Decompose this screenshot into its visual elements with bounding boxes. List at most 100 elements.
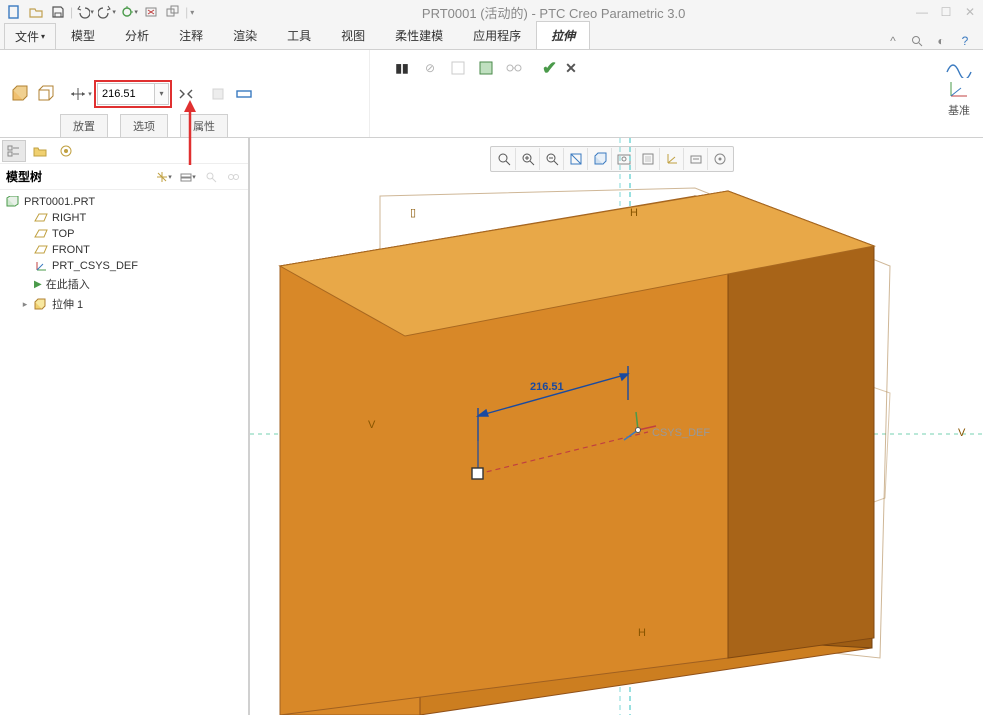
tree-item-csys[interactable]: PRT_CSYS_DEF	[6, 258, 242, 274]
3d-viewport[interactable]: 216.51 CSYS_DEF H H V V	[250, 138, 983, 715]
insert-arrow-icon: ▶	[34, 279, 42, 290]
tab-tools[interactable]: 工具	[272, 21, 326, 49]
tree-right-label: RIGHT	[52, 212, 86, 224]
windows-icon[interactable]	[163, 2, 183, 22]
tree-tab-model-icon[interactable]	[2, 140, 26, 162]
tab-flexmodel[interactable]: 柔性建模	[380, 21, 458, 49]
tree-csys-label: PRT_CSYS_DEF	[52, 260, 138, 272]
tree-settings-icon[interactable]: ▾	[154, 168, 174, 186]
expander-icon[interactable]: ▸	[20, 299, 30, 310]
tree-header: 模型树 ▾ ▾	[0, 164, 248, 190]
ribbon-tabs: 文件▾ 模型 分析 注释 渲染 工具 视图 柔性建模 应用程序 拉伸 ^ ◐ ?	[0, 24, 983, 50]
part-icon	[6, 196, 20, 208]
glasses-icon[interactable]	[502, 56, 526, 80]
tab-annotate[interactable]: 注释	[164, 21, 218, 49]
remove-material-icon[interactable]	[206, 82, 230, 106]
save-icon[interactable]	[48, 2, 68, 22]
dimension-label[interactable]: 216.51	[530, 381, 564, 393]
maximize-icon[interactable]: ☐	[937, 3, 955, 21]
close-window-icon[interactable]	[141, 2, 161, 22]
close-icon[interactable]: ✕	[961, 3, 979, 21]
undo-icon[interactable]: ▾	[75, 2, 95, 22]
axis-h-bottom: H	[638, 627, 646, 639]
help-icons: ^ ◐ ?	[885, 33, 983, 49]
tree-tab-bar	[0, 138, 248, 164]
minimize-icon[interactable]: —	[913, 3, 931, 21]
flip-direction-icon[interactable]	[174, 82, 198, 106]
ribbon-panel: ▾ ▾ 放置 选项 属性 ▮▮ ⊘ ✔ ✕ 基准	[0, 50, 983, 138]
tab-apps[interactable]: 应用程序	[458, 21, 536, 49]
tree-toolbar: ▾ ▾	[154, 168, 242, 186]
tab-model[interactable]: 模型	[56, 21, 110, 49]
axis-h-top: H	[630, 207, 638, 219]
plane-icon	[34, 229, 48, 239]
depth-dropdown-icon[interactable]: ▾	[155, 83, 169, 105]
slide-properties[interactable]: 属性	[180, 114, 228, 137]
tree-expand-icon[interactable]	[224, 168, 242, 186]
tree-show-icon[interactable]: ▾	[178, 168, 198, 186]
tree-item-right[interactable]: RIGHT	[6, 210, 242, 226]
tree-extrude-label: 拉伸 1	[52, 296, 83, 312]
datum-label: 基准	[948, 102, 970, 118]
depth-symmetric-icon[interactable]: ▾	[68, 82, 92, 106]
open-icon[interactable]	[26, 2, 46, 22]
extrude-surface-icon[interactable]	[34, 82, 58, 106]
plane-icon	[34, 213, 48, 223]
window-title: PRT0001 (活动的) - PTC Creo Parametric 3.0	[194, 3, 913, 22]
depth-value-input[interactable]	[97, 83, 155, 105]
3d-canvas: 216.51 CSYS_DEF H H V V	[250, 138, 983, 715]
tab-extrude[interactable]: 拉伸	[536, 21, 590, 49]
tree-item-extrude-feature[interactable]: ▸ 拉伸 1	[6, 294, 242, 314]
slide-placement[interactable]: 放置	[60, 114, 108, 137]
tree-top-label: TOP	[52, 228, 74, 240]
axis-v-left: V	[368, 419, 376, 431]
depth-input-highlight: ▾	[94, 80, 172, 108]
tab-render[interactable]: 渲染	[218, 21, 272, 49]
datum-group: 基准	[945, 56, 973, 118]
window-controls: — ☐ ✕	[913, 3, 979, 21]
tree-part-label: PRT0001.PRT	[24, 196, 95, 208]
collapse-ribbon-icon[interactable]: ^	[885, 33, 901, 49]
tree-item-front[interactable]: FRONT	[6, 242, 242, 258]
plane-icon	[34, 245, 48, 255]
tree-item-insert-here[interactable]: ▶ 在此插入	[6, 274, 242, 294]
confirm-button[interactable]: ✔	[542, 58, 557, 79]
quick-access-toolbar: | ▾ ▾ ▾ | ▾	[4, 2, 194, 22]
thicken-sketch-icon[interactable]	[232, 82, 256, 106]
slide-options[interactable]: 选项	[120, 114, 168, 137]
help-icon[interactable]: ?	[957, 33, 973, 49]
search-icon[interactable]	[909, 33, 925, 49]
feature-preview-icon[interactable]	[446, 56, 470, 80]
tree-title: 模型树	[6, 168, 42, 185]
extrude-solid-icon[interactable]	[8, 82, 32, 106]
tree-item-top[interactable]: TOP	[6, 226, 242, 242]
tree-body: PRT0001.PRT RIGHT TOP FRONT PRT_CSYS_DEF…	[0, 190, 248, 715]
datum-csys-icon[interactable]	[947, 80, 971, 100]
csys-label: CSYS_DEF	[652, 427, 710, 439]
pause-icon[interactable]: ▮▮	[390, 56, 414, 80]
cancel-button[interactable]: ✕	[565, 60, 577, 77]
tab-view[interactable]: 视图	[326, 21, 380, 49]
file-menu-button[interactable]: 文件▾	[4, 23, 56, 49]
drag-handle[interactable]	[472, 468, 483, 479]
new-icon[interactable]	[4, 2, 24, 22]
plane-tag: ▯	[410, 207, 416, 219]
feature-extrude-icon	[34, 298, 48, 310]
model-tree-panel: 模型树 ▾ ▾ PRT0001.PRT RIGHT TOP	[0, 138, 250, 715]
verify-icon[interactable]	[474, 56, 498, 80]
tree-tab-favorites-icon[interactable]	[54, 140, 78, 162]
community-icon[interactable]: ◐	[933, 33, 949, 49]
main-area: 模型树 ▾ ▾ PRT0001.PRT RIGHT TOP	[0, 138, 983, 715]
tree-item-part[interactable]: PRT0001.PRT	[6, 194, 242, 210]
tree-insert-label: 在此插入	[46, 276, 90, 292]
tab-analysis[interactable]: 分析	[110, 21, 164, 49]
no-preview-icon[interactable]: ⊘	[418, 56, 442, 80]
csys-icon	[34, 260, 48, 272]
tree-tab-folder-icon[interactable]	[28, 140, 52, 162]
datum-wave-icon[interactable]	[945, 56, 973, 78]
tree-filter-icon[interactable]	[202, 168, 220, 186]
regenerate-icon[interactable]: ▾	[119, 2, 139, 22]
axis-v-right: V	[958, 427, 966, 439]
redo-icon[interactable]: ▾	[97, 2, 117, 22]
tree-front-label: FRONT	[52, 244, 90, 256]
